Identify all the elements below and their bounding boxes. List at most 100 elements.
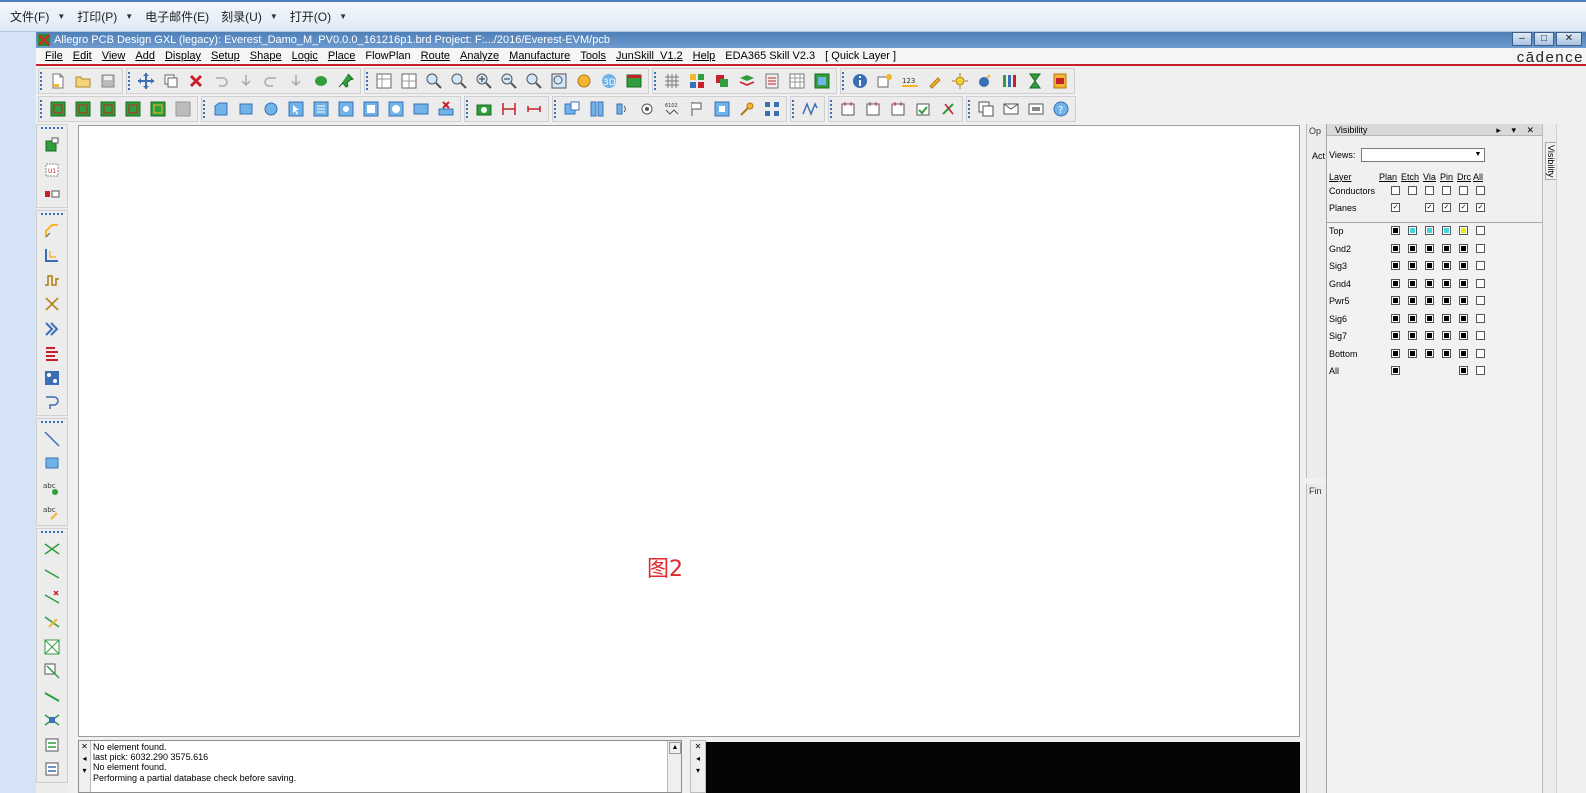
menu-edit[interactable]: Edit [68,50,97,62]
menu-quick-layer[interactable]: [ Quick Layer ] [820,50,901,62]
report-button[interactable] [1049,70,1071,92]
layer-checkbox[interactable] [1391,261,1400,270]
bus-route-button[interactable] [37,341,67,366]
layer-checkbox[interactable] [1442,348,1451,358]
pin-button[interactable] [335,70,357,92]
board-button-1[interactable] [47,98,69,120]
net-copy-button[interactable] [37,659,67,684]
flag-button[interactable] [686,98,708,120]
visibility-group-checkbox[interactable] [1459,186,1468,195]
design-canvas[interactable]: 图2 [78,125,1300,737]
layer-checkbox[interactable] [1391,331,1400,340]
dimension-button[interactable] [498,98,520,120]
layer-checkbox[interactable] [1442,226,1451,235]
zoom-fit-button[interactable] [448,70,470,92]
layer-checkbox[interactable] [1459,226,1468,235]
layer-checkbox[interactable] [1408,226,1417,235]
help-button[interactable]: ? [1050,98,1072,120]
spin-button[interactable] [611,98,633,120]
visibility-group-checkbox[interactable] [1408,186,1417,195]
cascade-button[interactable] [975,98,997,120]
layer-checkbox[interactable] [1391,243,1400,253]
menu-add[interactable]: Add [130,50,160,62]
world-view-controls[interactable]: ✕ ◂ ▾ [690,740,706,793]
net-move-button[interactable] [37,684,67,709]
delete-button[interactable] [185,70,207,92]
place-quick-button[interactable]: U1 [37,158,67,183]
visibility-group-checkbox[interactable] [1391,186,1400,195]
waveform-button[interactable] [799,98,821,120]
shape-void-circle-button[interactable] [385,98,407,120]
artwork-button-3[interactable] [887,98,909,120]
place-refdes-button[interactable] [37,182,67,207]
menu-file[interactable]: File [40,50,68,62]
shape-merge-button[interactable] [410,98,432,120]
menu-logic[interactable]: Logic [287,50,323,62]
snapshot-button[interactable] [473,98,495,120]
net-assign-button[interactable] [37,610,67,635]
menu-help[interactable]: Help [688,50,721,62]
console-controls[interactable]: ✕ ◂ ▾ [79,741,91,792]
delay-tune-button[interactable] [37,268,67,293]
add-text-button[interactable]: abc [37,476,67,501]
find-panel[interactable]: Fin [1306,484,1328,793]
group-button[interactable] [711,98,733,120]
artwork-button-5[interactable] [937,98,959,120]
layer-checkbox[interactable] [1391,278,1400,288]
board-button-6[interactable] [172,98,194,120]
layer-checkbox[interactable] [1476,243,1485,253]
layer-checkbox[interactable] [1476,296,1485,305]
visibility-group-checkbox[interactable]: ✓ [1442,203,1451,212]
assign-color-button[interactable] [974,70,996,92]
zoom-points-button[interactable] [423,70,445,92]
world-view-window[interactable] [706,742,1300,793]
layer-checkbox[interactable] [1459,296,1468,305]
redo-button[interactable] [260,70,282,92]
edit-text-button[interactable]: abc [37,500,67,525]
custom-smooth-button[interactable] [37,292,67,317]
net-delete-button[interactable] [37,586,67,611]
menu-manufacture[interactable]: Manufacture [504,50,575,62]
layer-checkbox[interactable] [1459,313,1468,323]
placement-button[interactable] [561,98,583,120]
show-element-button[interactable] [849,70,871,92]
cline-change-button[interactable] [37,390,67,415]
add-rect-button[interactable] [235,98,257,120]
add-polygon-button[interactable] [210,98,232,120]
explorer-file-menu[interactable]: 文件(F) ▼ [8,8,75,25]
menu-shape[interactable]: Shape [245,50,287,62]
slide-button[interactable] [37,243,67,268]
array-button[interactable] [761,98,783,120]
layers-color-button[interactable] [686,70,708,92]
shape-button[interactable] [310,70,332,92]
board-button-3[interactable] [97,98,119,120]
save-button[interactable] [97,70,119,92]
layer-checkbox[interactable] [1459,278,1468,288]
measure-button[interactable] [874,70,896,92]
measure-line-button[interactable] [523,98,545,120]
place-manual-button[interactable] [37,133,67,158]
move-button[interactable] [135,70,157,92]
open-button[interactable] [72,70,94,92]
views-dropdown[interactable]: ▼ [1361,148,1485,162]
visibility-group-checkbox[interactable] [1425,186,1434,195]
layer-checkbox[interactable] [1391,348,1400,358]
artwork-button-4[interactable] [912,98,934,120]
shape-void-rect-button[interactable] [360,98,382,120]
select-shape-button[interactable] [285,98,307,120]
zoom-world-button[interactable] [548,70,570,92]
layer-checkbox[interactable] [1408,348,1417,358]
explorer-print-menu[interactable]: 打印(P) ▼ [75,8,143,25]
board-button-2[interactable] [72,98,94,120]
menu-place[interactable]: Place [323,50,361,62]
add-connect-button[interactable] [37,219,67,244]
ratsnest-button[interactable]: 6102 [661,98,683,120]
layer-checkbox[interactable] [1459,243,1468,253]
menu-analyze[interactable]: Analyze [455,50,504,62]
zoom-out-button[interactable] [498,70,520,92]
add-rectangle-button[interactable] [37,451,67,476]
layer-checkbox[interactable] [1425,313,1434,323]
layer-checkbox[interactable] [1425,331,1434,340]
layer-checkbox[interactable] [1425,278,1434,288]
net-unroute-button[interactable] [37,561,67,586]
